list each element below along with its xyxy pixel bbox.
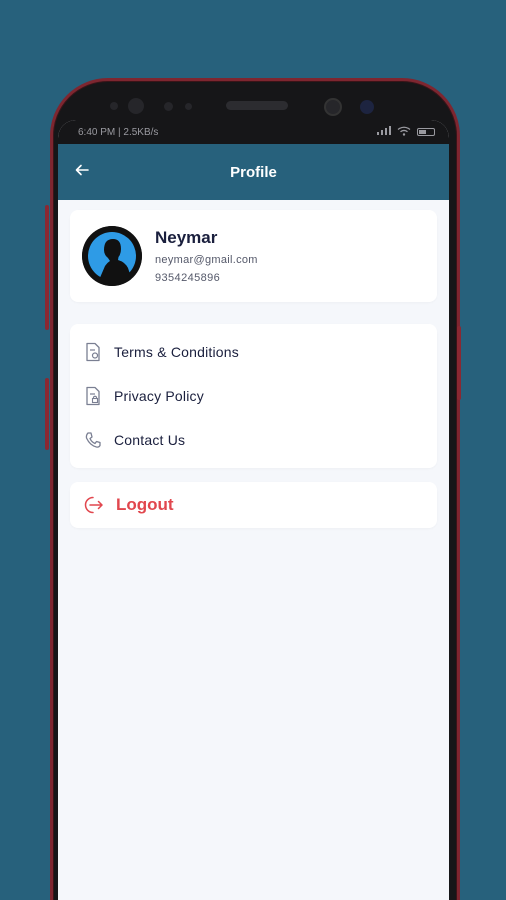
menu-item-label: Terms & Conditions (114, 344, 239, 360)
phone-side-button (45, 205, 49, 330)
phone-sensor (110, 102, 118, 110)
menu-item-label: Contact Us (114, 432, 186, 448)
phone-sensor (185, 103, 192, 110)
page-title: Profile (230, 163, 277, 181)
back-button[interactable] (72, 162, 92, 182)
profile-email: neymar@gmail.com (155, 254, 258, 266)
logout-icon (82, 494, 104, 516)
phone-side-button (457, 326, 461, 400)
profile-card: Neymar neymar@gmail.com 9354245896 (70, 210, 437, 302)
document-icon (82, 341, 104, 363)
menu-card: Terms & Conditions Privacy Policy Contac… (70, 324, 437, 468)
document-lock-icon (82, 385, 104, 407)
app-screen: 6:40 PM | 2.5KB/s Profile Neymar neymar@… (58, 120, 449, 900)
battery-icon (417, 128, 435, 136)
signal-icon (377, 126, 391, 138)
logout-label: Logout (116, 495, 174, 514)
status-icons (377, 126, 435, 139)
front-camera (360, 100, 374, 114)
app-bar: Profile (58, 144, 449, 200)
menu-item-terms[interactable]: Terms & Conditions (70, 330, 437, 374)
arrow-left-icon (75, 163, 89, 181)
profile-name: Neymar (155, 228, 218, 247)
avatar (82, 226, 142, 286)
phone-sensor (324, 98, 342, 116)
menu-item-privacy[interactable]: Privacy Policy (70, 374, 437, 418)
menu-item-label: Privacy Policy (114, 388, 204, 404)
profile-info: Neymar neymar@gmail.com 9354245896 (155, 228, 258, 284)
front-camera (128, 98, 144, 114)
phone-icon (82, 429, 104, 451)
status-bar: 6:40 PM | 2.5KB/s (58, 120, 449, 144)
phone-sensor (164, 102, 173, 111)
profile-phone: 9354245896 (155, 272, 221, 284)
earpiece-speaker (226, 101, 288, 110)
phone-side-button (45, 378, 49, 450)
menu-item-contact[interactable]: Contact Us (70, 418, 437, 462)
user-silhouette-icon (82, 226, 142, 286)
logout-button[interactable]: Logout (70, 482, 437, 528)
status-time: 6:40 PM | 2.5KB/s (78, 126, 159, 138)
wifi-icon (397, 126, 411, 139)
